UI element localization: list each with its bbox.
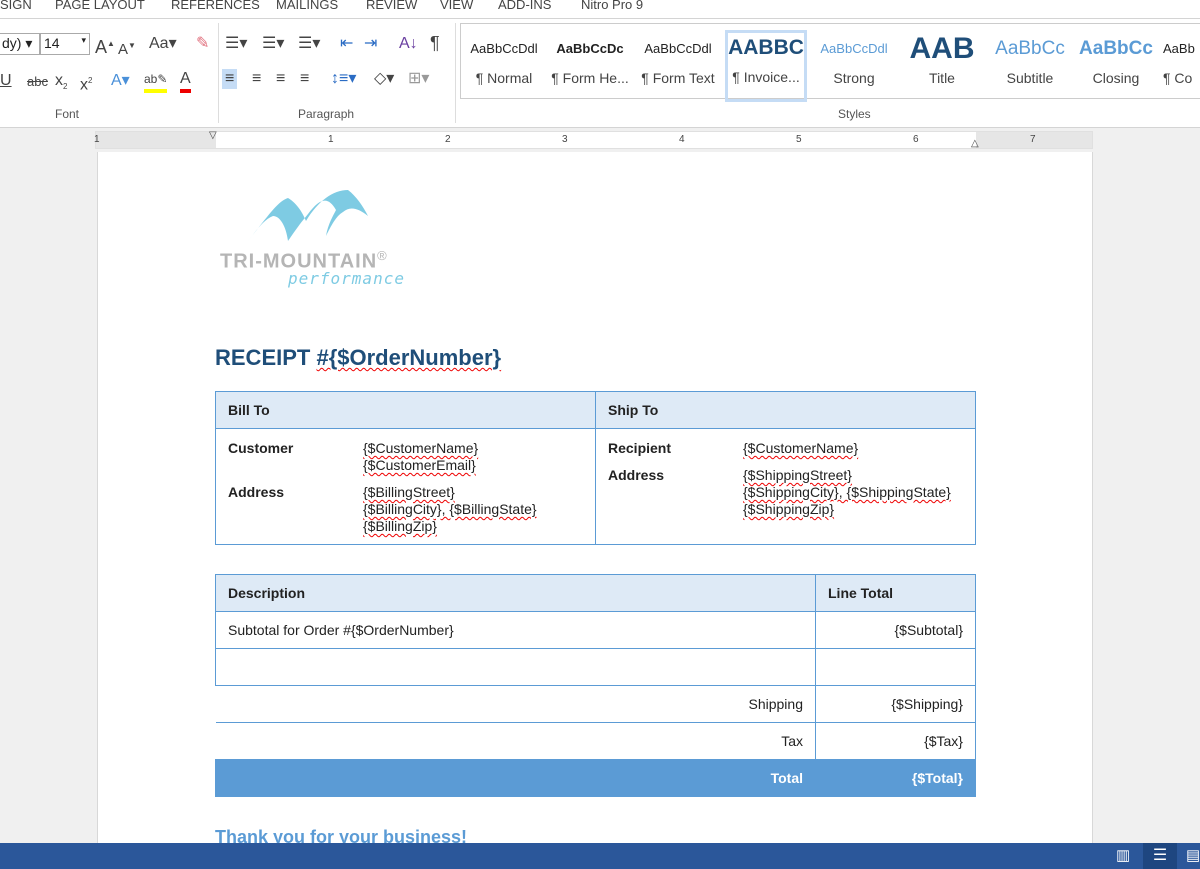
style-form-text[interactable]: AaBbCcDdl ¶ Form Text — [637, 34, 719, 100]
sort-icon[interactable]: A↓ — [399, 34, 418, 54]
style-subtitle[interactable]: AaBbCc Subtitle — [989, 34, 1071, 100]
shrink-font-icon[interactable]: A▼ — [118, 36, 136, 60]
tab-references[interactable]: REFERENCES — [171, 0, 260, 12]
styles-gallery: AaBbCcDdl ¶ Normal AaBbCcDc ¶ Form He... A… — [460, 23, 1200, 102]
underline-icon[interactable]: U — [0, 71, 12, 91]
grow-font-icon[interactable]: A▲ — [95, 34, 115, 57]
items-table: Description Line Total Subtotal for Order… — [215, 574, 976, 797]
paragraph-group-label: Paragraph — [298, 107, 355, 121]
style-invoice[interactable]: AABBC ¶ Invoice... — [725, 30, 807, 102]
font-name-dropdown[interactable]: dy) ▾ — [0, 33, 40, 55]
style-strong[interactable]: AaBbCcDdl Strong — [813, 34, 895, 100]
logo-tagline: performance — [288, 269, 405, 288]
strikethrough-icon[interactable]: abc — [27, 72, 48, 92]
clear-formatting-icon[interactable]: ✎ — [196, 34, 209, 54]
style-co[interactable]: AaBb ¶ Co — [1163, 34, 1200, 100]
font-color-icon[interactable]: A — [180, 69, 191, 93]
ruler[interactable]: 1 1 2 3 4 5 6 7 ▽ △ — [94, 130, 1093, 149]
text-effects-icon[interactable]: A▾ — [111, 71, 130, 91]
tab-add-ins[interactable]: ADD-INS — [498, 0, 551, 12]
description-header: Description — [215, 574, 816, 612]
indent-marker[interactable]: ▽ — [209, 130, 217, 141]
status-bar: ▥ ☰ ▤ — [0, 843, 1200, 869]
style-title[interactable]: AAB Title — [901, 34, 983, 100]
font-size-dropdown[interactable]: 14 ▾ — [40, 33, 90, 55]
subscript-icon[interactable]: x2 — [55, 71, 67, 97]
align-center-icon[interactable]: ≡ — [252, 69, 261, 89]
tab-page-layout[interactable]: PAGE LAYOUT — [55, 0, 145, 12]
table-row: Subtotal for Order #{$OrderNumber} {$Subt… — [215, 611, 976, 649]
bullets-icon[interactable]: ☰▾ — [225, 34, 247, 54]
font-group-label: Font — [55, 107, 80, 121]
align-right-icon[interactable]: ≡ — [276, 69, 285, 89]
ship-to-header: Ship To — [595, 391, 976, 429]
borders-icon[interactable]: ⊞▾ — [408, 69, 429, 89]
style-closing[interactable]: AaBbCc Closing — [1075, 34, 1157, 100]
align-left-icon[interactable]: ≡ — [222, 69, 238, 89]
line-spacing-icon[interactable]: ↕≡▾ — [331, 69, 356, 89]
tab-mailings[interactable]: MAILINGS — [276, 0, 338, 12]
read-mode-icon[interactable]: ▥ — [1116, 846, 1130, 864]
document-page[interactable]: TRI-MOUNTAIN® performance RECEIPT #{$Ord… — [97, 152, 1093, 852]
tab-review[interactable]: REVIEW — [366, 0, 417, 12]
highlight-icon[interactable]: ab✎ — [144, 69, 168, 93]
bill-to-header: Bill To — [215, 391, 596, 429]
superscript-icon[interactable]: x2 — [80, 71, 92, 95]
tax-row: Tax {$Tax} — [215, 722, 976, 760]
numbering-icon[interactable]: ☰▾ — [262, 34, 284, 54]
right-indent-marker[interactable]: △ — [971, 138, 979, 149]
styles-group-label: Styles — [838, 107, 871, 121]
line-total-header: Line Total — [815, 574, 976, 612]
total-row: Total {$Total} — [215, 759, 976, 797]
print-layout-icon[interactable]: ☰ — [1143, 843, 1177, 869]
tab-view[interactable]: VIEW — [440, 0, 473, 12]
shipping-row: Shipping {$Shipping} — [215, 685, 976, 723]
tab-nitro[interactable]: Nitro Pro 9 — [581, 0, 643, 12]
tab-design[interactable]: SIGN — [0, 0, 32, 12]
ribbon-tabs: SIGN PAGE LAYOUT REFERENCES MAILINGS REV… — [0, 0, 1200, 18]
ribbon: dy) ▾ 14 ▾ A▲ A▼ Aa▾ ✎ U abc x2 x2 A▾ ab… — [0, 18, 1200, 128]
change-case-icon[interactable]: Aa▾ — [149, 34, 177, 54]
address-table: Bill To Ship To Customer {$CustomerName} {$… — [215, 391, 976, 545]
receipt-title: RECEIPT #{$OrderNumber} — [215, 345, 502, 370]
increase-indent-icon[interactable]: ⇥ — [364, 34, 377, 54]
show-marks-icon[interactable]: ¶ — [430, 33, 440, 53]
shading-icon[interactable]: ◇▾ — [374, 69, 394, 89]
web-layout-icon[interactable]: ▤ — [1186, 846, 1200, 864]
decrease-indent-icon[interactable]: ⇤ — [340, 34, 353, 54]
multilevel-list-icon[interactable]: ☰▾ — [298, 34, 320, 54]
justify-icon[interactable]: ≡ — [300, 69, 309, 89]
logo-mountains — [248, 190, 368, 241]
style-form-heading[interactable]: AaBbCcDc ¶ Form He... — [549, 34, 631, 100]
style-normal[interactable]: AaBbCcDdl ¶ Normal — [463, 34, 545, 100]
table-row — [215, 648, 976, 686]
